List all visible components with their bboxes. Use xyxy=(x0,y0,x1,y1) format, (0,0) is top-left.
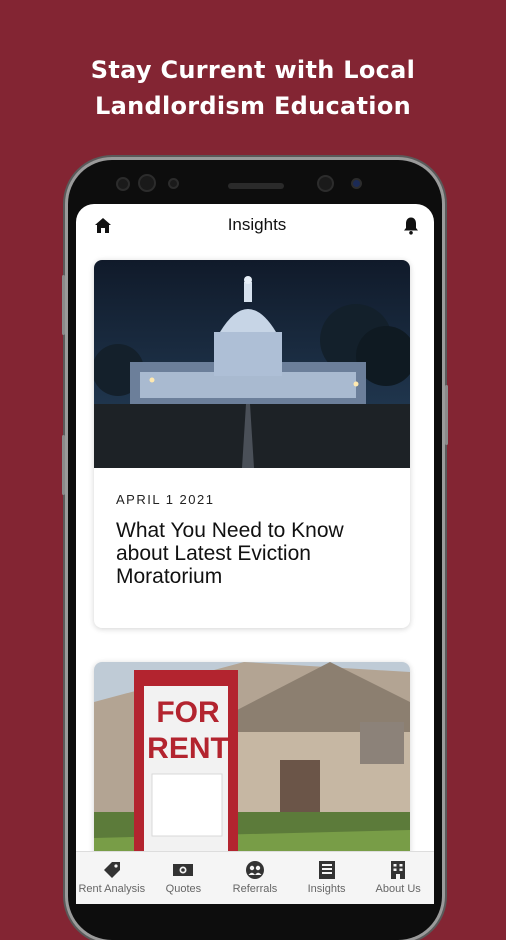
nav-item-rent-analysis[interactable]: Rent Analysis xyxy=(78,852,146,895)
phone-side-button xyxy=(62,435,65,495)
document-icon xyxy=(316,860,338,880)
promo-line-2: Landlordism Education xyxy=(94,92,411,120)
building-icon xyxy=(387,860,409,880)
for-rent-house-image: FOR RENT xyxy=(94,662,410,870)
capitol-building-image xyxy=(94,260,410,468)
nav-label: About Us xyxy=(375,883,421,895)
nav-label: Quotes xyxy=(165,883,202,895)
phone-frame: Insights APRIL 1 2021 What You Need to K… xyxy=(62,160,448,940)
phone-side-button xyxy=(62,275,65,335)
phone-side-button xyxy=(445,385,448,445)
nav-label: Referrals xyxy=(232,883,278,895)
money-icon xyxy=(172,860,194,880)
phone-sensor xyxy=(168,178,179,189)
nav-item-about-us[interactable]: About Us xyxy=(364,852,432,895)
article-card[interactable]: APRIL 1 2021 What You Need to Know about… xyxy=(94,260,410,628)
phone-camera xyxy=(138,174,156,192)
promo-title: Stay Current with Local Landlordism Educ… xyxy=(0,52,506,124)
bottom-navigation: Rent Analysis Quotes Referrals Insights xyxy=(76,851,434,904)
sign-text-line1: FOR xyxy=(156,696,220,729)
phone-sensor xyxy=(351,178,362,189)
app-screen: Insights APRIL 1 2021 What You Need to K… xyxy=(76,204,434,904)
article-date: APRIL 1 2021 xyxy=(116,492,215,507)
article-headline: What You Need to Know about Latest Evict… xyxy=(116,519,344,588)
phone-sensor xyxy=(116,177,130,191)
home-icon[interactable] xyxy=(92,214,114,236)
nav-item-insights[interactable]: Insights xyxy=(293,852,361,895)
phone-front-camera xyxy=(317,175,334,192)
bell-icon[interactable] xyxy=(400,214,422,236)
referrals-icon xyxy=(244,860,266,880)
nav-label: Insights xyxy=(307,883,346,895)
nav-label: Rent Analysis xyxy=(78,883,146,895)
tag-icon xyxy=(101,860,123,880)
sign-text-line2: RENT xyxy=(147,732,229,765)
phone-speaker xyxy=(228,183,284,189)
page-title: Insights xyxy=(227,215,287,234)
nav-item-referrals[interactable]: Referrals xyxy=(221,852,289,895)
nav-item-quotes[interactable]: Quotes xyxy=(149,852,217,895)
app-header: Insights xyxy=(76,204,434,246)
promo-line-1: Stay Current with Local xyxy=(90,56,416,84)
